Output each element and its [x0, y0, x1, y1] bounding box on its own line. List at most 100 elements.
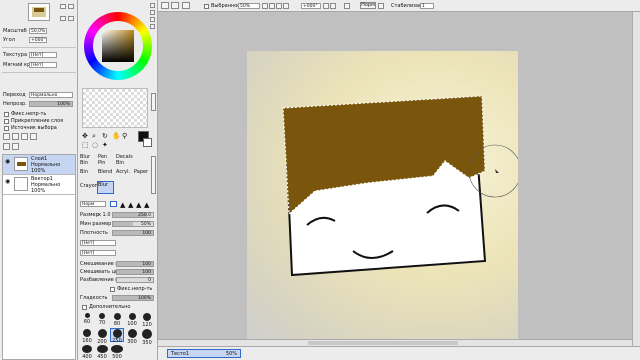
brush-shape-3[interactable]: ▲	[136, 201, 141, 209]
layer-item[interactable]: ◉ Слой1 Нормально 100%	[3, 155, 75, 175]
brush-texture-select-1[interactable]: [Нет]	[80, 240, 116, 246]
brush-size-dot[interactable]: 400	[80, 344, 94, 360]
tool-cell[interactable]: Bin	[80, 169, 88, 175]
hardness-slider[interactable]: 100%	[112, 295, 154, 301]
nav-rotate-button[interactable]	[60, 16, 66, 21]
tool-cell[interactable]: Paper	[134, 169, 148, 175]
new-vector-layer-button[interactable]	[12, 133, 19, 140]
toolbar-angle-select[interactable]: +000°	[301, 3, 321, 9]
selection-source-checkbox[interactable]: Источник выбора	[4, 125, 57, 131]
zoom-icon[interactable]: ⌕	[92, 132, 96, 141]
brush-size-dot[interactable]: 200	[95, 328, 109, 345]
clear-layer-button[interactable]	[3, 143, 10, 150]
vertical-scrollbar[interactable]	[632, 12, 640, 346]
nav-reset-button[interactable]	[68, 16, 74, 21]
tool-scroll-button[interactable]	[151, 156, 156, 194]
nav-zoom-in-button[interactable]	[60, 4, 66, 9]
hsv-slider-toggle[interactable]	[150, 17, 155, 22]
brush-size-dot[interactable]: 160	[80, 328, 94, 344]
brush-mode-select[interactable]: Норм	[80, 201, 106, 207]
scrollbar-thumb[interactable]	[308, 341, 458, 345]
density-slider[interactable]: 100	[112, 230, 154, 236]
color-wheel[interactable]	[84, 12, 152, 80]
swatch-toggle[interactable]	[150, 24, 155, 29]
persist-slider[interactable]: 0	[116, 277, 154, 283]
selected-checkbox[interactable]: Выбранное	[204, 3, 240, 9]
delete-layer-button[interactable]	[12, 143, 19, 150]
new-folder-button[interactable]	[21, 133, 28, 140]
tool-cell[interactable]: Crayon	[80, 183, 98, 189]
eye-icon[interactable]: ◉	[5, 158, 10, 165]
protect-opacity-checkbox[interactable]: Фикс.непр-ть	[4, 111, 46, 117]
magic-wand-icon[interactable]: ✦	[102, 141, 108, 149]
brush-size-dot[interactable]: 500	[110, 344, 124, 360]
lasso-icon[interactable]: ◌	[92, 141, 98, 149]
select-icon[interactable]: ⬚	[82, 141, 89, 149]
color-square[interactable]	[102, 30, 134, 62]
brush-size-dot[interactable]: 80	[110, 312, 124, 327]
secondary-color-swatch[interactable]	[143, 138, 152, 147]
clip-layer-checkbox[interactable]: Прикрепление слоя	[4, 118, 63, 124]
zoom-field[interactable]: 50,0%	[29, 28, 47, 34]
horizontal-scrollbar[interactable]	[158, 339, 632, 346]
brush-size-dot-selected[interactable]: 250	[110, 328, 124, 344]
blend-mode-select[interactable]: Нормально	[29, 92, 73, 98]
advanced-checkbox[interactable]: Дополнительно	[82, 304, 130, 310]
nav-zoom-out-button[interactable]	[68, 4, 74, 9]
rotate-left-button[interactable]	[323, 3, 329, 9]
zoom-in-button[interactable]	[269, 3, 275, 9]
angle-field[interactable]: +000°	[29, 37, 47, 43]
brush-shape-4[interactable]: ▲	[144, 201, 149, 209]
view-reset-button[interactable]: Норм	[360, 2, 376, 9]
document-tab[interactable]: Тесто1 50%	[167, 349, 241, 358]
size-slider[interactable]: 250.0	[112, 212, 154, 218]
stabilizer-select[interactable]: 1	[420, 3, 434, 9]
rotate-icon[interactable]: ↻	[102, 132, 108, 140]
brush-size-dot[interactable]: 300	[125, 328, 139, 345]
brush-fix-checkbox[interactable]: Фикс.непр-ть	[110, 286, 152, 292]
show-selection-button[interactable]	[182, 2, 190, 9]
brush-size-dot[interactable]: 120	[140, 312, 154, 328]
drawing-canvas[interactable]	[247, 51, 518, 339]
swatch-grid[interactable]	[82, 88, 148, 128]
hand-icon[interactable]: ✋	[112, 132, 121, 140]
move-icon[interactable]: ✥	[82, 132, 88, 140]
edge-select[interactable]: [Нет]	[29, 62, 57, 68]
zoom-out-button[interactable]	[262, 3, 268, 9]
opacity-slider[interactable]: 100%	[29, 101, 73, 107]
brush-shape-circle[interactable]	[110, 201, 117, 207]
tool-cell[interactable]: Blend	[98, 169, 112, 175]
navigator-thumbnail[interactable]	[28, 3, 50, 21]
size-mult[interactable]: x 1.0	[98, 212, 112, 218]
blend-slider[interactable]: 100	[116, 261, 154, 267]
zoom-actual-button[interactable]	[283, 3, 289, 9]
tool-cell[interactable]: Bin	[80, 160, 88, 166]
brush-size-dot[interactable]: 350	[140, 328, 154, 346]
brush-size-dot[interactable]: 70	[95, 312, 109, 326]
texture-select[interactable]: [Нет]	[29, 52, 57, 58]
tool-cell[interactable]: Bin	[116, 160, 124, 166]
brush-texture-select-2[interactable]: [Нет]	[80, 250, 116, 256]
min-size-slider[interactable]: 50%	[112, 221, 154, 227]
tool-cell-selected[interactable]: Blur	[97, 181, 114, 194]
swatch-scroll-button[interactable]	[151, 93, 156, 111]
deselect-button[interactable]	[161, 2, 169, 9]
merge-layer-button[interactable]	[30, 133, 37, 140]
rgb-slider-toggle[interactable]	[150, 10, 155, 15]
dilute-slider[interactable]: 100	[116, 269, 154, 275]
eyedropper-icon[interactable]: ⚲	[122, 132, 127, 140]
eye-icon[interactable]: ◉	[5, 178, 10, 185]
rotate-right-button[interactable]	[330, 3, 336, 9]
layer-item[interactable]: ◉ Вектор1 Нормально 100%	[3, 175, 75, 195]
brush-shape-2[interactable]: ▲	[128, 201, 133, 209]
brush-size-dot[interactable]: 100	[125, 312, 139, 327]
invert-selection-button[interactable]	[171, 2, 179, 9]
flip-button[interactable]	[378, 3, 384, 9]
brush-shape-1[interactable]: ▲	[120, 201, 125, 209]
rotate-reset-button[interactable]	[344, 3, 350, 9]
toolbar-zoom-select[interactable]: 50%	[238, 3, 260, 9]
brush-size-dot[interactable]: 60	[80, 312, 94, 326]
zoom-fit-button[interactable]	[276, 3, 282, 9]
tool-cell[interactable]: Pin	[98, 160, 105, 166]
color-wheel-toggle[interactable]	[150, 3, 155, 8]
